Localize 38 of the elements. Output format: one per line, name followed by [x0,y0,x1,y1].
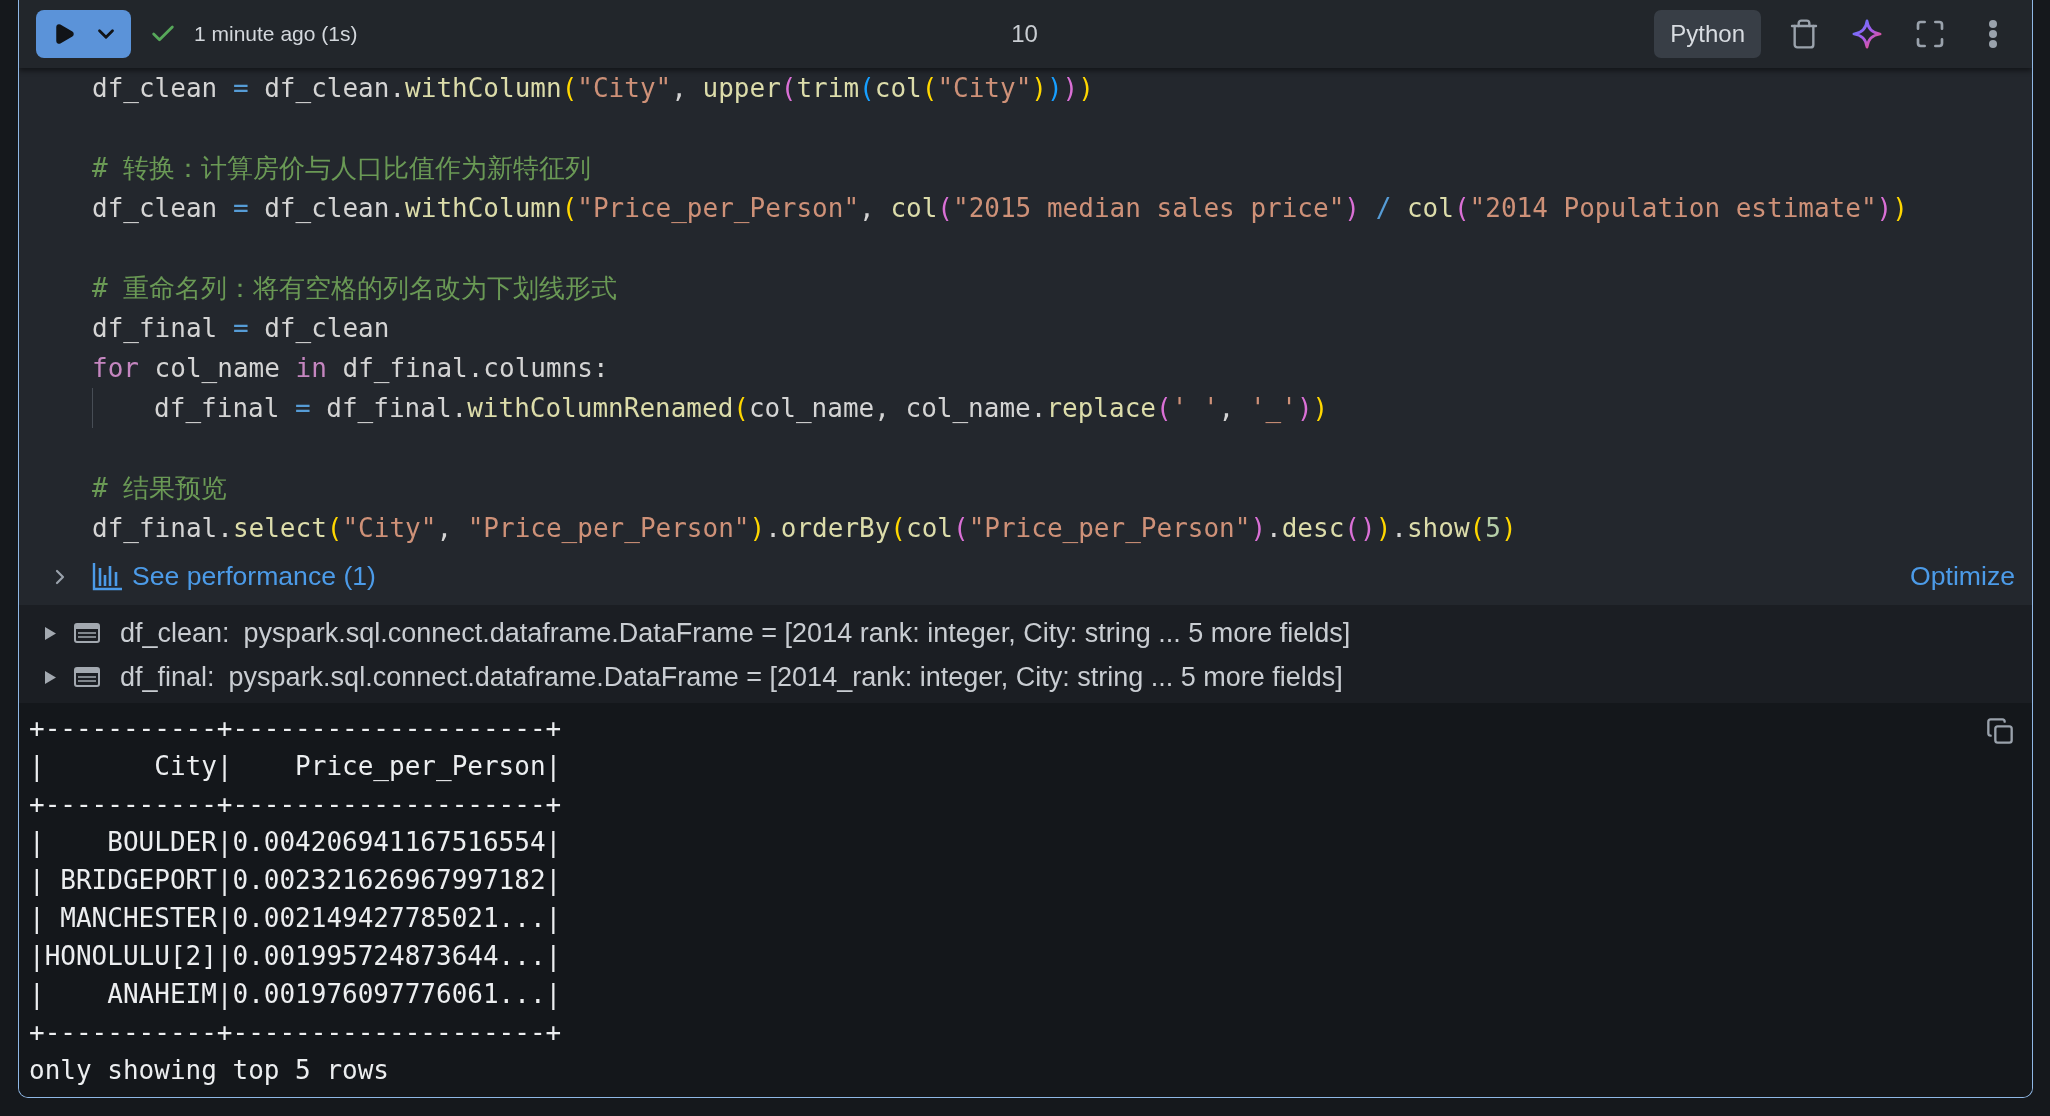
output-line: | City| Price_per_Person| [29,750,562,784]
output-line: +-----------+--------------------+ [29,712,562,745]
output-line: only showing top 5 rows [29,1054,390,1087]
see-performance-link[interactable]: See performance (1) [92,561,376,592]
code-line: # 转换：计算房价与人口比值作为新特征列 [92,152,592,185]
language-button[interactable]: Python [1654,10,1761,58]
code-line: df_final = df_clean [92,312,390,345]
output-line: | ANAHEIM|0.001976097776061...| [29,978,562,1012]
sparkle-icon [1852,19,1882,49]
expand-triangle-icon[interactable] [45,670,56,684]
code-line: # 结果预览 [92,472,228,505]
maximize-icon [1914,18,1946,50]
trash-icon [1788,18,1820,50]
expand-triangle-icon[interactable] [45,626,56,640]
code-line: # 重命名列：将有空格的列名改为下划线形式 [92,272,618,305]
execution-count: 10 [1011,20,1038,48]
output-line: | BRIDGEPORT|0.002321626967997182| [29,864,562,898]
variable-type: pyspark.sql.connect.dataframe.DataFrame = [2014_rank: integer, City: string ... 5 more fields] [228,661,1343,693]
output-line: | MANCHESTER|0.002149427785021...| [29,902,562,936]
code-line: df_final = df_final.withColumnRenamed(col_name, col_name.replace(' ', '_')) [154,392,1329,425]
code-line: df_clean = df_clean.withColumn("City", upper(trim(col("City")))) [92,72,1094,105]
output-line: +-----------+--------------------+ [29,788,562,821]
output-line: |HONOLULU[2]|0.001995724873644...| [29,940,562,974]
variable-name: df_clean: [120,617,230,649]
code-line: df_final.select("City", "Price_per_Person").orderBy(col("Price_per_Person").desc()).show(5) [92,512,1517,545]
code-line: for col_name in df_final.columns: [92,352,609,385]
table-icon [74,667,100,687]
variable-name: df_final: [120,661,215,693]
optimize-link[interactable]: Optimize [1910,561,2015,592]
bar-chart-icon [92,562,122,591]
run-time: 1 minute ago (1s) [194,22,358,46]
output-line: +-----------+--------------------+ [29,1016,562,1049]
more-icon [1988,19,1998,49]
copy-icon [1986,717,2014,745]
variable-type: pyspark.sql.connect.dataframe.DataFrame = [2014 rank: integer, City: string ... 5 more fields] [243,617,1351,649]
code-line: df_clean = df_clean.withColumn("Price_per_Person", col("2015 median sales price") / col("2014 Population estimate")) [92,192,1908,225]
output-line: | BOULDER|0.004206941167516554| [29,826,562,860]
table-icon [74,623,100,643]
